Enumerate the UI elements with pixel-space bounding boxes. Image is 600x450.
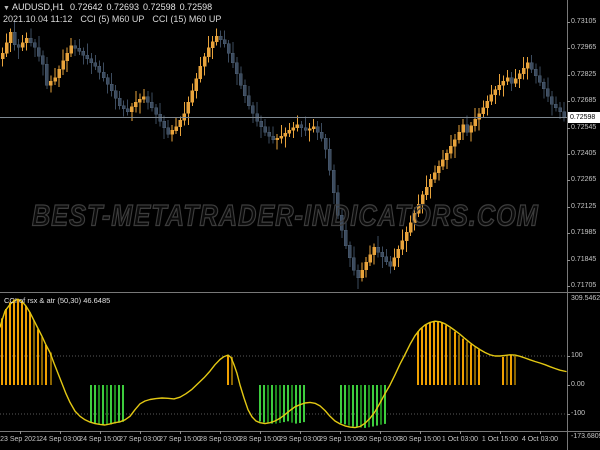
quote-high: 0.72693	[106, 2, 140, 12]
time-tick	[220, 431, 221, 434]
indicator-title: CCI of rsx & atr (50,30) 46.6485	[4, 296, 110, 305]
time-tick	[260, 431, 261, 434]
quote-close: 0.72598	[179, 2, 213, 12]
price-tick-label: 0.72965	[571, 44, 597, 51]
panel-divider[interactable]	[0, 292, 600, 293]
price-tick	[567, 180, 570, 181]
indicator-panel[interactable]	[0, 293, 567, 431]
price-tick-label: 0.71845	[571, 256, 597, 263]
indicator-value: 46.6485	[83, 296, 111, 305]
price-tick	[567, 128, 570, 129]
indicator-scale-label: 0.00	[571, 381, 585, 388]
cci-indicator-chart[interactable]	[0, 293, 567, 431]
quote-open: 0.72642	[69, 2, 103, 12]
time-tick	[420, 431, 421, 434]
time-tick	[100, 431, 101, 434]
time-tick	[300, 431, 301, 434]
price-tick-label: 0.73105	[571, 18, 597, 25]
time-tick	[500, 431, 501, 434]
price-tick-label: 0.71985	[571, 229, 597, 236]
price-tick	[567, 154, 570, 155]
time-tick	[340, 431, 341, 434]
indicator-tick	[567, 356, 570, 357]
time-tick	[380, 431, 381, 434]
datetime-label: 2021.10.04 11:12	[3, 14, 73, 24]
quote-low: 0.72598	[143, 2, 176, 12]
watermark-text: BEST-METATRADER-INDICATORS.COM	[31, 199, 539, 233]
candles[interactable]	[0, 21, 566, 289]
symbol-line: ▼ AUDUSD,H1 0.72642 0.72693 0.72598 0.72598	[3, 2, 229, 14]
price-tick	[567, 22, 570, 23]
time-tick	[540, 431, 541, 434]
indicator-tick	[567, 414, 570, 415]
indicator-tick	[567, 385, 570, 386]
indicator-max-label: 309.5462	[571, 295, 600, 302]
price-tick-label: 0.72265	[571, 176, 597, 183]
price-tick-label: 0.71705	[571, 282, 597, 289]
price-tick-label: 0.72825	[571, 71, 597, 78]
symbol-dropdown-icon[interactable]: ▼	[3, 5, 10, 12]
candlestick-chart[interactable]	[0, 0, 567, 292]
price-tick	[567, 286, 570, 287]
indicator-scale-label: -100	[571, 410, 586, 417]
symbol-label: AUDUSD,H1	[11, 2, 64, 12]
price-tick	[567, 101, 570, 102]
indicator-scale-label: 100	[571, 352, 583, 359]
cci5-status: CCI (5) M60 UP	[80, 14, 145, 24]
time-tick	[460, 431, 461, 434]
chart-header: ▼ AUDUSD,H1 0.72642 0.72693 0.72598 0.72598 2…	[3, 2, 229, 24]
time-tick	[60, 431, 61, 434]
price-tick	[567, 48, 570, 49]
current-price-box: 0.72598	[568, 112, 600, 123]
indicator-name: CCI of rsx & atr (50,30)	[4, 296, 82, 305]
price-axis[interactable]: 0.73105 0.72965 0.72825 0.72685 0.72545 0.724…	[567, 0, 600, 450]
cci15-status: CCI (15) M60 UP	[152, 14, 222, 24]
time-tick-label: 4 Oct 03:00	[521, 436, 559, 443]
price-tick-label: 0.72405	[571, 150, 597, 157]
price-tick-label: 0.72125	[571, 203, 597, 210]
price-tick-label: 0.72545	[571, 124, 597, 131]
time-axis[interactable]: 23 Sep 2021 24 Sep 03:00 24 Sep 15:00 27 Se…	[0, 431, 600, 450]
status-line: 2021.10.04 11:12 CCI (5) M60 UP CCI (15) M…	[3, 14, 229, 24]
price-tick	[567, 260, 570, 261]
mt4-chart-window: ▼ AUDUSD,H1 0.72642 0.72693 0.72598 0.72598 2…	[0, 0, 600, 450]
time-tick	[180, 431, 181, 434]
time-tick	[140, 431, 141, 434]
histogram-bars	[1, 299, 516, 428]
price-tick	[567, 207, 570, 208]
price-tick-label: 0.72685	[571, 97, 597, 104]
main-chart-area[interactable]	[0, 0, 567, 292]
price-tick	[567, 233, 570, 234]
time-tick	[20, 431, 21, 434]
price-tick	[567, 75, 570, 76]
